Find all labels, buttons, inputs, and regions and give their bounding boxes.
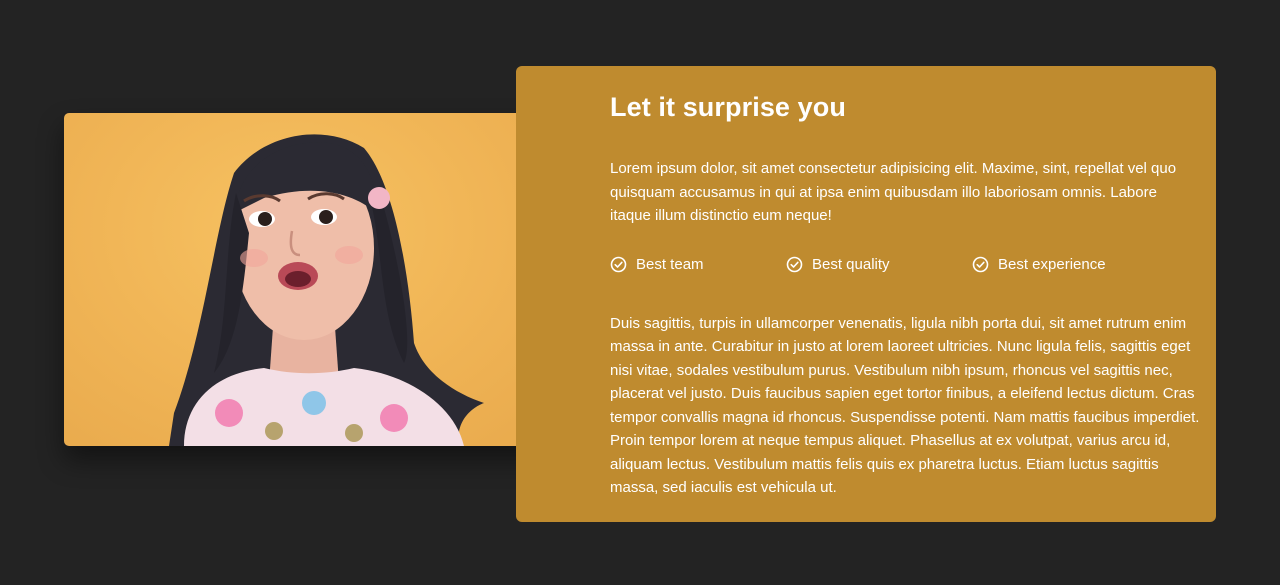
feature-item-best-team: Best team [610,256,786,273]
content-body: Let it surprise you Lorem ipsum dolor, s… [610,90,1200,500]
check-circle-icon [972,256,989,273]
hero-photo [64,113,564,446]
feature-label: Best quality [812,256,890,273]
feature-label: Best experience [998,256,1106,273]
feature-item-best-quality: Best quality [786,256,972,273]
girl-surprised-photo [169,134,484,446]
page: Let it surprise you Lorem ipsum dolor, s… [0,0,1280,585]
feature-label: Best team [636,256,704,273]
feature-item-best-experience: Best experience [972,256,1172,273]
section-title: Let it surprise you [610,92,846,122]
check-circle-icon [610,256,627,273]
content-panel: Let it surprise you Lorem ipsum dolor, s… [516,66,1216,522]
body-paragraph: Duis sagittis, turpis in ullamcorper ven… [610,314,1200,497]
intro-paragraph: Lorem ipsum dolor, sit amet consectetur … [610,160,1177,224]
check-circle-icon [786,256,803,273]
feature-list: Best team Best quality Best experience [610,252,1200,278]
